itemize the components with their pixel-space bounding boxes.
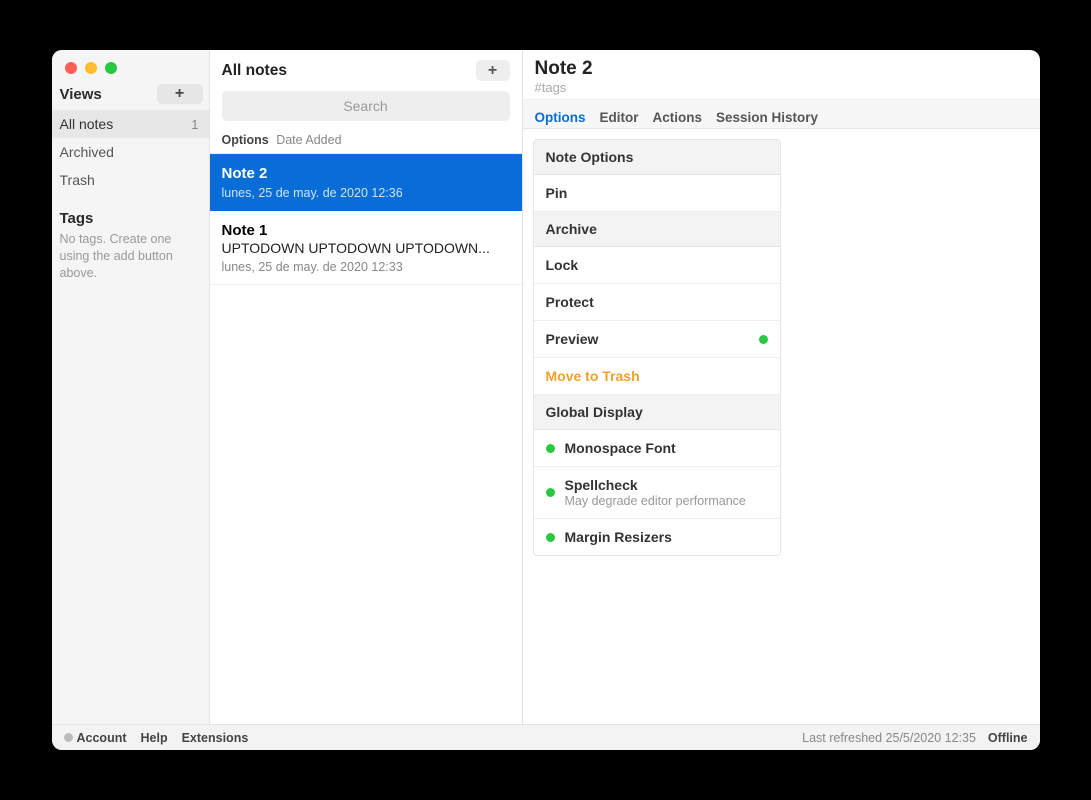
option-pin[interactable]: Pin — [534, 175, 780, 212]
option-label: Archive — [546, 221, 597, 237]
sort-row[interactable]: Options Date Added — [210, 129, 522, 154]
option-label: Lock — [546, 257, 579, 273]
search-input[interactable]: Search — [222, 91, 510, 121]
status-dot-icon — [546, 444, 555, 453]
sidebar-item-label: Archived — [60, 144, 114, 160]
note-preview: UPTODOWN UPTODOWN UPTODOWN... — [222, 240, 510, 256]
notes-header: All notes + Search — [210, 50, 522, 129]
option-label: Preview — [546, 331, 599, 347]
option-label: Protect — [546, 294, 594, 310]
detail-column: Note 2 #tags Options Editor Actions Sess… — [523, 50, 1040, 724]
offline-status[interactable]: Offline — [988, 731, 1028, 745]
note-options-header: Note Options — [534, 140, 780, 175]
last-refreshed: Last refreshed 25/5/2020 12:35 — [802, 731, 976, 745]
tab-options[interactable]: Options — [535, 110, 586, 125]
minimize-window-icon[interactable] — [85, 62, 97, 74]
sidebar-item-all-notes[interactable]: All notes 1 — [52, 110, 209, 138]
extensions-button[interactable]: Extensions — [182, 731, 249, 745]
views-header: Views + — [52, 82, 209, 110]
note-date: lunes, 25 de may. de 2020 12:36 — [222, 186, 510, 200]
status-dot-icon — [546, 533, 555, 542]
sort-options-label: Options — [222, 133, 269, 147]
sidebar-item-label: All notes — [60, 116, 114, 132]
app-window: Views + All notes 1 Archived Trash Tags … — [52, 50, 1040, 750]
tab-actions[interactable]: Actions — [653, 110, 703, 125]
tags-empty-text: No tags. Create one using the add button… — [52, 229, 209, 282]
option-label: Spellcheck — [565, 477, 746, 493]
option-preview[interactable]: Preview — [534, 321, 780, 358]
window-controls — [52, 50, 209, 82]
options-panel-wrap: Note Options Pin Archive Lock Protect Pr… — [523, 129, 1040, 556]
notes-column: All notes + Search Options Date Added No… — [210, 50, 523, 724]
option-move-to-trash[interactable]: Move to Trash — [534, 358, 780, 395]
detail-header: Note 2 #tags — [523, 50, 1040, 99]
options-panel: Note Options Pin Archive Lock Protect Pr… — [533, 139, 781, 556]
tab-session-history[interactable]: Session History — [716, 110, 818, 125]
add-view-button[interactable]: + — [157, 84, 203, 104]
option-label: Pin — [546, 185, 568, 201]
sidebar: Views + All notes 1 Archived Trash Tags … — [52, 50, 210, 724]
note-list-item[interactable]: Note 1 UPTODOWN UPTODOWN UPTODOWN... lun… — [210, 211, 522, 285]
note-date: lunes, 25 de may. de 2020 12:33 — [222, 260, 510, 274]
sort-mode: Date Added — [276, 133, 341, 147]
option-label: Margin Resizers — [565, 529, 672, 545]
tags-heading: Tags — [52, 194, 209, 229]
tags-input[interactable]: #tags — [535, 80, 1028, 95]
close-window-icon[interactable] — [65, 62, 77, 74]
option-monospace-font[interactable]: Monospace Font — [534, 430, 780, 467]
search-placeholder: Search — [343, 98, 387, 114]
sidebar-item-label: Trash — [60, 172, 95, 188]
global-display-header: Global Display — [534, 395, 780, 430]
main-area: Views + All notes 1 Archived Trash Tags … — [52, 50, 1040, 724]
sidebar-item-trash[interactable]: Trash — [52, 166, 209, 194]
notes-title: All notes — [222, 62, 287, 80]
footer-label: Account — [77, 731, 127, 745]
sidebar-item-count: 1 — [191, 117, 198, 132]
views-title: Views — [60, 86, 102, 103]
note-title: Note 1 — [222, 222, 510, 239]
detail-tabs: Options Editor Actions Session History — [523, 99, 1040, 129]
option-spellcheck[interactable]: Spellcheck May degrade editor performanc… — [534, 467, 780, 519]
status-dot-icon — [64, 733, 73, 742]
status-dot-icon — [546, 488, 555, 497]
footer: Account Help Extensions Last refreshed 2… — [52, 724, 1040, 750]
new-note-button[interactable]: + — [476, 60, 510, 81]
help-button[interactable]: Help — [141, 731, 168, 745]
option-archive[interactable]: Archive — [534, 212, 780, 247]
option-margin-resizers[interactable]: Margin Resizers — [534, 519, 780, 555]
maximize-window-icon[interactable] — [105, 62, 117, 74]
note-list-item[interactable]: Note 2 lunes, 25 de may. de 2020 12:36 — [210, 154, 522, 211]
option-lock[interactable]: Lock — [534, 247, 780, 284]
tab-editor[interactable]: Editor — [600, 110, 639, 125]
option-sublabel: May degrade editor performance — [565, 494, 746, 508]
option-label: Move to Trash — [546, 368, 640, 384]
option-protect[interactable]: Protect — [534, 284, 780, 321]
account-button[interactable]: Account — [64, 731, 127, 745]
status-dot-icon — [759, 335, 768, 344]
sidebar-item-archived[interactable]: Archived — [52, 138, 209, 166]
option-label: Monospace Font — [565, 440, 676, 456]
note-title: Note 2 — [222, 165, 510, 182]
note-detail-title: Note 2 — [535, 58, 1028, 80]
